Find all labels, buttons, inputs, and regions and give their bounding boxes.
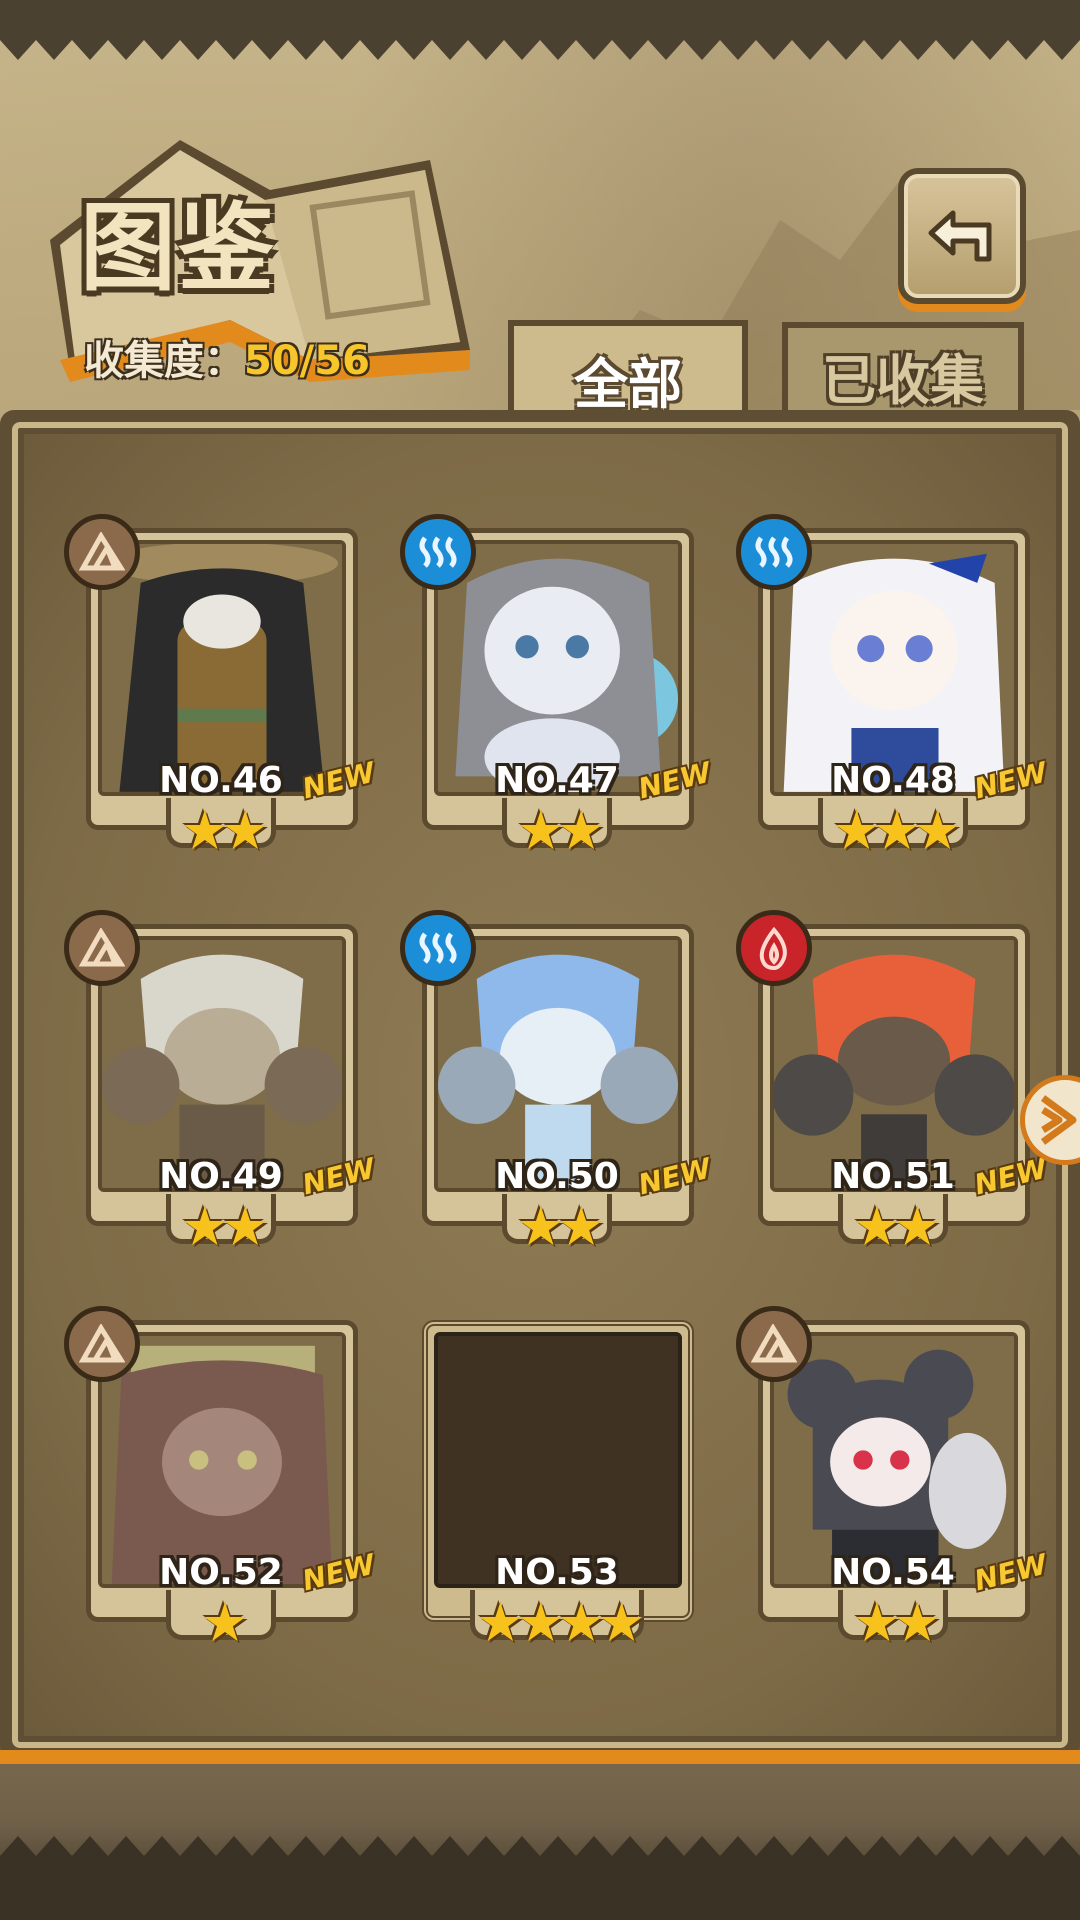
panel-bottom-edge (0, 1750, 1080, 1764)
bottom-band (0, 1862, 1080, 1920)
card-no54[interactable]: NO.54 NEW ★★ (736, 1306, 1050, 1650)
card-no50[interactable]: NO.50 NEW ★★ (400, 910, 714, 1254)
earth-element-icon (736, 1306, 812, 1382)
character-portrait (98, 540, 346, 796)
card-no48[interactable]: NO.48 NEW ★★★ (736, 514, 1050, 858)
collection-panel-inner: NO.46 NEW ★★ NO.47 NEW ★★ NO.48 NEW ★★★ … (12, 422, 1068, 1748)
card-no49[interactable]: NO.49 NEW ★★ (64, 910, 378, 1254)
tab-all-label: 全部 (574, 352, 682, 416)
top-zigzag-border (0, 26, 1080, 60)
collection-value: 50/56 (244, 338, 370, 384)
card-no47[interactable]: NO.47 NEW ★★ (400, 514, 714, 858)
character-portrait (770, 540, 1018, 796)
collection-panel: NO.46 NEW ★★ NO.47 NEW ★★ NO.48 NEW ★★★ … (0, 410, 1080, 1760)
character-portrait (434, 936, 682, 1192)
star-rating: ★★ (852, 1195, 942, 1258)
earth-element-icon (64, 514, 140, 590)
character-portrait (98, 936, 346, 1192)
water-element-icon (400, 514, 476, 590)
character-54-art (774, 1336, 1014, 1584)
character-49-art (102, 940, 342, 1188)
star-rating: ★★ (516, 1195, 606, 1258)
star-rating: ★ (200, 1591, 249, 1654)
water-element-icon (400, 910, 476, 986)
return-arrow-icon (928, 210, 992, 262)
fire-element-icon (736, 910, 812, 986)
card-no46[interactable]: NO.46 NEW ★★ (64, 514, 378, 858)
card-number: NO.53 (495, 1552, 619, 1593)
collection-progress: 收集度：50/56 (84, 328, 370, 386)
character-portrait (98, 1332, 346, 1588)
back-button[interactable] (898, 168, 1026, 304)
page-title: 图鉴 (80, 191, 276, 304)
star-rating: ★★ (180, 799, 270, 862)
character-48-art (774, 544, 1014, 792)
card-grid[interactable]: NO.46 NEW ★★ NO.47 NEW ★★ NO.48 NEW ★★★ … (64, 514, 1050, 1713)
character-portrait (770, 1332, 1018, 1588)
tab-collected[interactable]: 已收集 (782, 322, 1024, 422)
card-no53-locked[interactable]: NO.53 ★★★★ (412, 1320, 702, 1650)
character-portrait (770, 936, 1018, 1192)
next-page-arrow-icon (1040, 1095, 1077, 1145)
earth-element-icon (64, 910, 140, 986)
character-portrait (434, 540, 682, 796)
character-50-art (438, 940, 678, 1188)
character-46-art (102, 544, 342, 792)
star-rating: ★★★★ (476, 1591, 646, 1654)
character-51-art (774, 940, 1014, 1188)
water-element-icon (736, 514, 812, 590)
star-rating: ★★ (852, 1591, 942, 1654)
character-47-art (438, 544, 678, 792)
card-no52[interactable]: NO.52 NEW ★ (64, 1306, 378, 1650)
card-no51[interactable]: NO.51 NEW ★★ (736, 910, 1050, 1254)
character-52-art (102, 1336, 342, 1584)
earth-element-icon (64, 1306, 140, 1382)
collection-label: 收集度： (84, 338, 244, 384)
locked-portrait (434, 1332, 682, 1588)
star-rating: ★★ (180, 1195, 270, 1258)
star-rating: ★★ (516, 799, 606, 862)
star-rating: ★★★ (832, 799, 961, 862)
tab-collected-label: 已收集 (822, 348, 984, 412)
back-button-face (904, 174, 1020, 298)
